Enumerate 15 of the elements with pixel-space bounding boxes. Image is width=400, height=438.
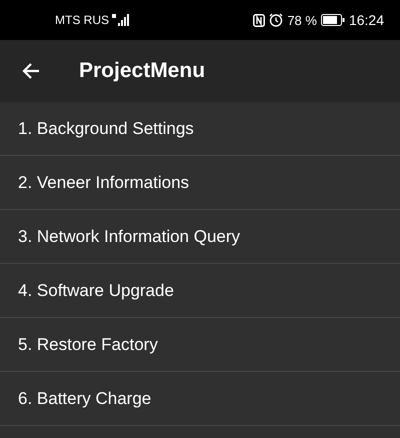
menu-item[interactable]: 5. Restore Factory [0, 318, 400, 372]
menu-item[interactable]: 4. Software Upgrade [0, 264, 400, 318]
back-arrow-icon[interactable] [21, 61, 41, 81]
clock-time: 16:24 [348, 12, 384, 28]
menu-item[interactable]: 6. Battery Charge [0, 372, 400, 426]
carrier-name: MTS RUS [55, 13, 109, 27]
menu-item[interactable]: 3. Network Information Query [0, 210, 400, 264]
screen-title: ProjectMenu [79, 59, 206, 83]
menu-item[interactable]: 2. Veneer Informations [0, 156, 400, 210]
menu-item[interactable]: 1. Background Settings [0, 102, 400, 156]
alarm-icon [269, 13, 284, 27]
signal-icon [112, 14, 130, 26]
battery-icon [320, 14, 345, 26]
nfc-icon [253, 14, 266, 26]
battery-percent: 78 % [287, 12, 317, 28]
